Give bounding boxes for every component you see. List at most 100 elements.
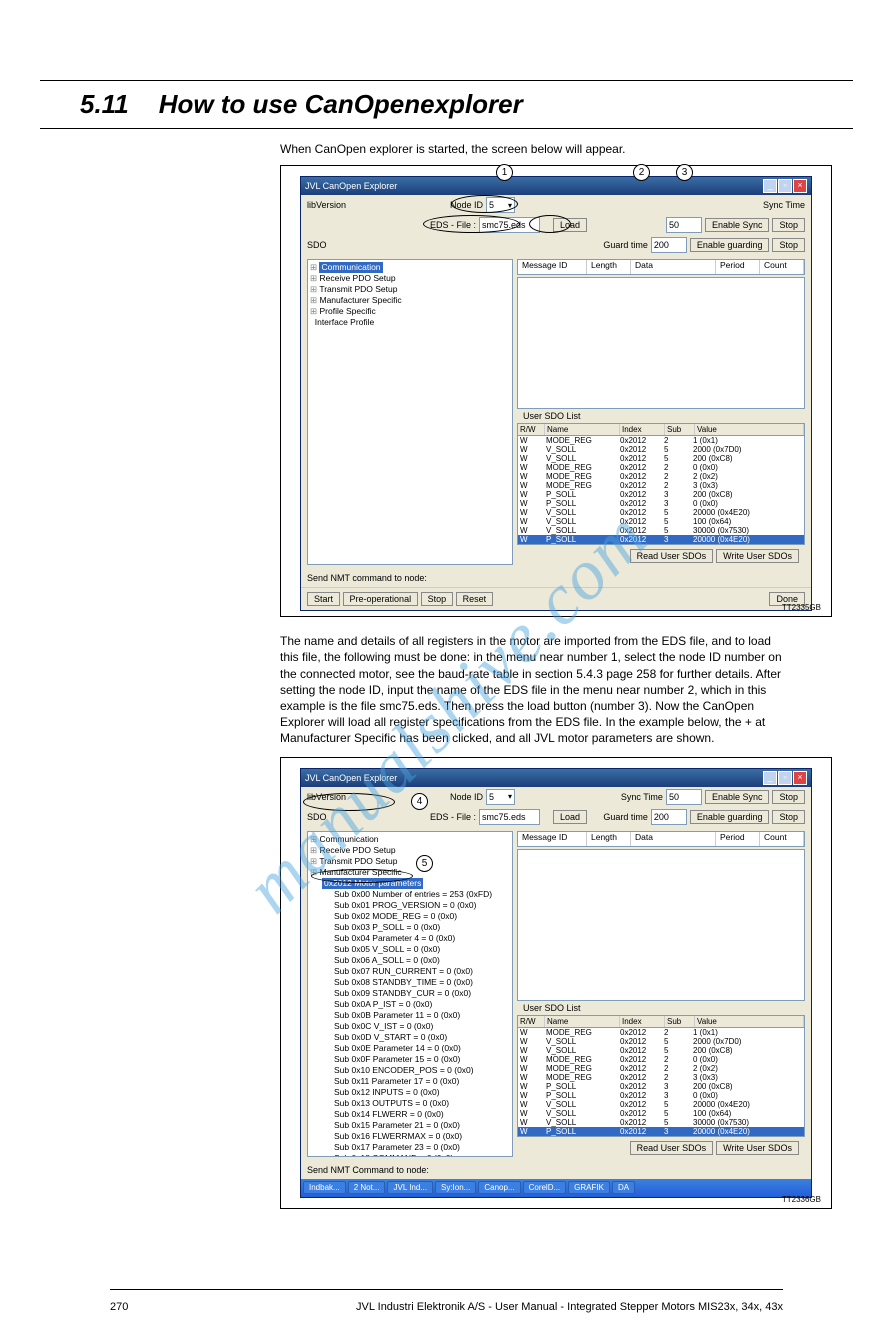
fig-ref: TT2335GB	[782, 603, 821, 612]
read-usdo-button[interactable]: Read User SDOs	[630, 1141, 714, 1155]
tree-leaf[interactable]: Sub 0x06 A_SOLL = 0 (0x0)	[322, 955, 510, 966]
usdo-row[interactable]: WMODE_REG0x201223 (0x3)	[518, 481, 804, 490]
usdo-row[interactable]: WV_SOLL0x201252000 (0x7D0)	[518, 445, 804, 454]
taskbar-item[interactable]: JVL Ind...	[387, 1181, 433, 1194]
tree-item: Transmit PDO Setup	[310, 284, 510, 295]
tree-leaf[interactable]: Sub 0x13 OUTPUTS = 0 (0x0)	[322, 1098, 510, 1109]
window-buttons[interactable]: _▫×	[762, 771, 807, 785]
window-buttons[interactable]: _▫×	[762, 179, 807, 193]
usdo-row[interactable]: WP_SOLL0x201230 (0x0)	[518, 499, 804, 508]
tree-leaf[interactable]: Sub 0x00 Number of entries = 253 (0xFD)	[322, 889, 510, 900]
section-title: How to use CanOpenexplorer	[159, 89, 523, 120]
tree-leaf[interactable]: Sub 0x09 STANDBY_CUR = 0 (0x0)	[322, 988, 510, 999]
msg-header: Message IDLengthDataPeriodCount	[517, 831, 805, 847]
sync-stop-button[interactable]: Stop	[772, 790, 805, 804]
usdo-row[interactable]: WMODE_REG0x201221 (0x1)	[518, 1028, 804, 1037]
nmt-stop[interactable]: Stop	[421, 592, 454, 606]
eds-input[interactable]	[479, 809, 540, 825]
usdo-row[interactable]: WMODE_REG0x201220 (0x0)	[518, 463, 804, 472]
tree-leaf[interactable]: Sub 0x01 PROG_VERSION = 0 (0x0)	[322, 900, 510, 911]
tree-leaf[interactable]: Sub 0x0E Parameter 14 = 0 (0x0)	[322, 1043, 510, 1054]
usdo-row[interactable]: WMODE_REG0x201222 (0x2)	[518, 1064, 804, 1073]
taskbar-item[interactable]: 2 Not...	[348, 1181, 386, 1194]
tree-leaf[interactable]: Sub 0x15 Parameter 21 = 0 (0x0)	[322, 1120, 510, 1131]
tree-leaf[interactable]: Sub 0x16 FLWERRMAX = 0 (0x0)	[322, 1131, 510, 1142]
tree-leaf[interactable]: Sub 0x12 INPUTS = 0 (0x0)	[322, 1087, 510, 1098]
tree-item[interactable]: Communication	[310, 834, 510, 845]
guard-input[interactable]	[651, 809, 687, 825]
tree-leaf[interactable]: Sub 0x14 FLWERR = 0 (0x0)	[322, 1109, 510, 1120]
taskbar-item[interactable]: CorelD...	[523, 1181, 567, 1194]
tree-item[interactable]: Transmit PDO Setup	[310, 856, 510, 867]
sync-stop-button[interactable]: Stop	[772, 218, 805, 232]
taskbar-item[interactable]: Indbak...	[303, 1181, 346, 1194]
nodeid-combo[interactable]: 5	[486, 789, 515, 805]
nmt-reset[interactable]: Reset	[456, 592, 494, 606]
tree-leaf[interactable]: Sub 0x02 MODE_REG = 0 (0x0)	[322, 911, 510, 922]
taskbar-item[interactable]: Sy:Ion...	[435, 1181, 476, 1194]
guard-label: Guard time	[603, 812, 648, 822]
tree-leaf[interactable]: Sub 0x04 Parameter 4 = 0 (0x0)	[322, 933, 510, 944]
tree-leaf[interactable]: Sub 0x05 V_SOLL = 0 (0x0)	[322, 944, 510, 955]
usdo-row[interactable]: WV_SOLL0x20125200 (0xC8)	[518, 1046, 804, 1055]
nmt-preop[interactable]: Pre-operational	[343, 592, 419, 606]
read-usdo-button[interactable]: Read User SDOs	[630, 549, 714, 563]
tree-leaf[interactable]: Sub 0x17 Parameter 23 = 0 (0x0)	[322, 1142, 510, 1153]
tree-leaf[interactable]: Sub 0x0A P_IST = 0 (0x0)	[322, 999, 510, 1010]
tree-leaf[interactable]: Sub 0x10 ENCODER_POS = 0 (0x0)	[322, 1065, 510, 1076]
taskbar-item[interactable]: Canop...	[478, 1181, 520, 1194]
taskbar-item[interactable]: GRAFIK	[568, 1181, 610, 1194]
guard-stop-button[interactable]: Stop	[772, 810, 805, 824]
usdo-row[interactable]: WMODE_REG0x201222 (0x2)	[518, 472, 804, 481]
usdo-row[interactable]: WP_SOLL0x2012320000 (0x4E20)	[518, 535, 804, 544]
enable-guard-button[interactable]: Enable guarding	[690, 810, 770, 824]
write-usdo-button[interactable]: Write User SDOs	[716, 1141, 799, 1155]
taskbar: Indbak...2 Not...JVL Ind...Sy:Ion...Cano…	[301, 1179, 811, 1197]
write-usdo-button[interactable]: Write User SDOs	[716, 549, 799, 563]
usdo-row[interactable]: WP_SOLL0x20123200 (0xC8)	[518, 490, 804, 499]
usdo-row[interactable]: WMODE_REG0x201221 (0x1)	[518, 436, 804, 445]
enable-guard-button[interactable]: Enable guarding	[690, 238, 770, 252]
usdo-row[interactable]: WV_SOLL0x20125100 (0x64)	[518, 517, 804, 526]
tree-leaf[interactable]: Sub 0x11 Parameter 17 = 0 (0x0)	[322, 1076, 510, 1087]
usdo-row[interactable]: WMODE_REG0x201223 (0x3)	[518, 1073, 804, 1082]
tree-leaf[interactable]: Sub 0x07 RUN_CURRENT = 0 (0x0)	[322, 966, 510, 977]
eds-label: EDS - File :	[430, 812, 476, 822]
tree-leaf[interactable]: Sub 0x08 STANDBY_TIME = 0 (0x0)	[322, 977, 510, 988]
usdo-row[interactable]: WV_SOLL0x2012520000 (0x4E20)	[518, 508, 804, 517]
usdo-row[interactable]: WV_SOLL0x201252000 (0x7D0)	[518, 1037, 804, 1046]
usdo-row[interactable]: WV_SOLL0x2012530000 (0x7530)	[518, 1118, 804, 1127]
tree-leaf[interactable]: Sub 0x18 COMMAND = 0 (0x0)	[322, 1153, 510, 1157]
tree-leaf[interactable]: Sub 0x0F Parameter 15 = 0 (0x0)	[322, 1054, 510, 1065]
nmt-start[interactable]: Start	[307, 592, 340, 606]
load-button[interactable]: Load	[553, 810, 587, 824]
usdo-row[interactable]: WV_SOLL0x2012520000 (0x4E20)	[518, 1100, 804, 1109]
taskbar-item[interactable]: DA	[612, 1181, 635, 1194]
usdo-row[interactable]: WV_SOLL0x20125100 (0x64)	[518, 1109, 804, 1118]
sdo-tree[interactable]: Communication Receive PDO Setup Transmit…	[307, 259, 513, 565]
usdo-row[interactable]: WP_SOLL0x201230 (0x0)	[518, 1091, 804, 1100]
enable-sync-button[interactable]: Enable Sync	[705, 218, 770, 232]
usdo-row[interactable]: WV_SOLL0x2012530000 (0x7530)	[518, 526, 804, 535]
usdo-list[interactable]: R/WNameIndexSubValueWMODE_REG0x201221 (0…	[517, 423, 805, 545]
usdo-row[interactable]: WP_SOLL0x2012320000 (0x4E20)	[518, 1127, 804, 1136]
synctime-input[interactable]	[666, 217, 702, 233]
tree-leaf[interactable]: Sub 0x03 P_SOLL = 0 (0x0)	[322, 922, 510, 933]
usdo-list[interactable]: R/WNameIndexSubValueWMODE_REG0x201221 (0…	[517, 1015, 805, 1137]
tree-item: Profile Specific	[310, 306, 510, 317]
explorer-window-2: JVL CanOpen Explorer _▫× libVersion Node…	[300, 768, 812, 1198]
synctime-input[interactable]	[666, 789, 702, 805]
usdo-row[interactable]: WP_SOLL0x20123200 (0xC8)	[518, 1082, 804, 1091]
tree-leaf[interactable]: Sub 0x0C V_IST = 0 (0x0)	[322, 1021, 510, 1032]
tree-item[interactable]: Receive PDO Setup	[310, 845, 510, 856]
intro-text: When CanOpen explorer is started, the sc…	[280, 141, 783, 157]
tree-leaf[interactable]: Sub 0x0D V_START = 0 (0x0)	[322, 1032, 510, 1043]
usdo-row[interactable]: WMODE_REG0x201220 (0x0)	[518, 1055, 804, 1064]
guard-stop-button[interactable]: Stop	[772, 238, 805, 252]
msg-header: Message IDLengthDataPeriodCount	[517, 259, 805, 275]
page-footer: 270 JVL Industri Elektronik A/S - User M…	[0, 1301, 893, 1313]
enable-sync-button[interactable]: Enable Sync	[705, 790, 770, 804]
guard-input[interactable]	[651, 237, 687, 253]
tree-leaf[interactable]: Sub 0x0B Parameter 11 = 0 (0x0)	[322, 1010, 510, 1021]
usdo-row[interactable]: WV_SOLL0x20125200 (0xC8)	[518, 454, 804, 463]
